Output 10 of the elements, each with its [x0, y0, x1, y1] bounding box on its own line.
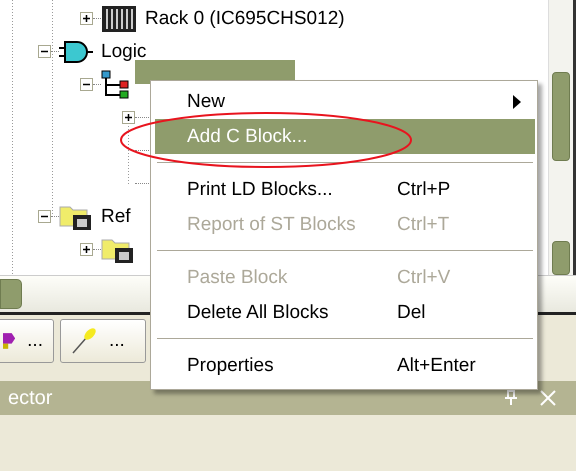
panel-title: ector [8, 386, 54, 410]
menu-item[interactable]: Properties Alt+Enter [155, 348, 535, 383]
tool-tab[interactable]: ... [0, 319, 54, 363]
tool-tab[interactable]: ... [60, 319, 146, 363]
tree-item-label[interactable]: Ref [101, 206, 131, 228]
menu-item[interactable]: Delete All Blocks Del [155, 295, 535, 330]
menu-item[interactable]: New [155, 84, 535, 119]
tree-item-label[interactable]: Logic [101, 40, 146, 62]
menu-item[interactable]: Print LD Blocks... Ctrl+P [155, 172, 535, 207]
tree-item-label[interactable]: Rack 0 (IC695CHS012) [145, 8, 345, 30]
